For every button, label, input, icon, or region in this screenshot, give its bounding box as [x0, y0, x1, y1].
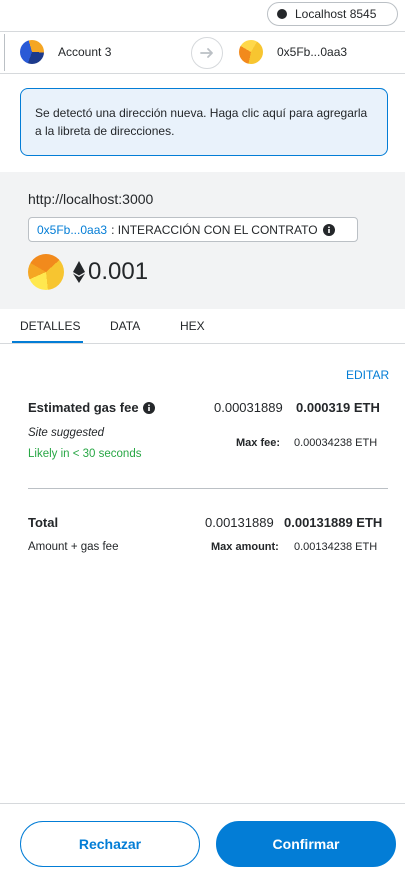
transaction-summary: http://localhost:3000 0x5Fb...0aa3 : INT… [0, 172, 405, 309]
reject-button[interactable]: Rechazar [20, 821, 200, 867]
tab-data[interactable]: DATA [110, 319, 140, 333]
contract-address-link[interactable]: 0x5Fb...0aa3 [37, 223, 107, 237]
to-account[interactable]: 0x5Fb...0aa3 [239, 40, 347, 64]
account-avatar-icon [20, 40, 44, 64]
max-fee-label: Max fee: [236, 437, 281, 449]
info-icon[interactable] [142, 401, 155, 414]
contract-method-tag[interactable]: 0x5Fb...0aa3 : INTERACCIÓN CON EL CONTRA… [28, 217, 358, 242]
contract-avatar-icon [239, 40, 263, 64]
total-eth-value: 0.00131889 ETH [284, 515, 383, 530]
action-footer: Rechazar Confirmar [0, 803, 405, 879]
gas-fee-title: Estimated gas fee [28, 400, 155, 415]
from-account[interactable]: Account 3 [20, 40, 111, 64]
network-status-dot [277, 9, 287, 19]
arrow-right-icon [191, 37, 223, 69]
estimated-time: Likely in < 30 seconds [28, 448, 142, 460]
tab-details[interactable]: DETALLES [20, 319, 80, 333]
account-transfer-bar: Account 3 0x5Fb...0aa3 [0, 31, 405, 74]
site-origin: http://localhost:3000 [28, 191, 154, 207]
method-label: : INTERACCIÓN CON EL CONTRATO [111, 222, 318, 237]
max-amount-label: Max amount: [211, 541, 279, 553]
confirm-button[interactable]: Confirmar [216, 821, 396, 867]
from-account-name: Account 3 [58, 45, 112, 59]
total-label: Total [28, 515, 59, 530]
amount-row: 0.001 [28, 254, 148, 290]
gas-fee-native-value: 0.00031889 [214, 400, 283, 415]
detail-tabs: DETALLES DATA HEX [0, 309, 405, 344]
active-tab-indicator [12, 341, 83, 343]
divider [28, 488, 388, 489]
network-label: Localhost 8545 [295, 7, 377, 21]
to-account-name: 0x5Fb...0aa3 [277, 45, 348, 59]
transaction-amount: 0.001 [88, 258, 149, 285]
max-amount-value: 0.00134238 ETH [294, 541, 378, 553]
new-address-notice[interactable]: Se detectó una dirección nueva. Haga cli… [20, 88, 388, 156]
max-fee-value: 0.00034238 ETH [294, 437, 378, 449]
edit-gas-link[interactable]: EDITAR [346, 368, 389, 382]
gas-fee-label: Estimated gas fee [28, 400, 139, 415]
top-strip: Localhost 8545 [0, 0, 405, 30]
network-selector[interactable]: Localhost 8545 [267, 2, 398, 26]
gas-fee-eth-value: 0.000319 ETH [296, 400, 380, 415]
eth-icon [73, 261, 85, 283]
contract-identicon-icon [28, 254, 64, 290]
tab-hex[interactable]: HEX [180, 319, 205, 333]
site-suggested-label: Site suggested [28, 427, 105, 439]
total-native-value: 0.00131889 [205, 515, 274, 530]
amount-plus-gas-label: Amount + gas fee [28, 541, 119, 553]
info-icon[interactable] [322, 223, 335, 236]
new-address-notice-text: Se detectó una dirección nueva. Haga cli… [35, 106, 368, 138]
